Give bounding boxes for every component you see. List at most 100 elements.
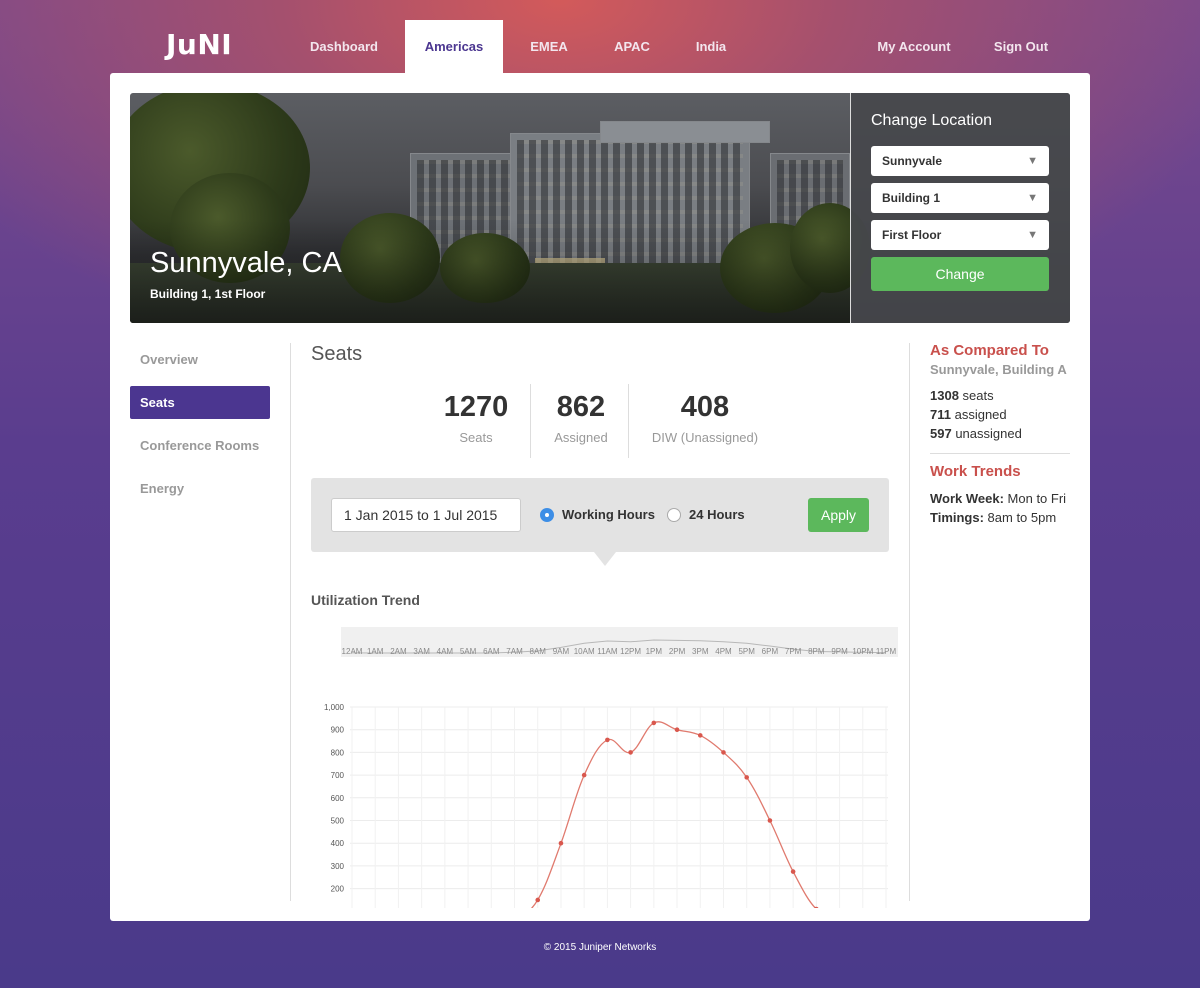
chart-y-tick-label: 200 [331,885,345,894]
divider [530,384,531,458]
chart-navigator-label: 6PM [762,647,779,656]
chart-data-point [581,772,587,778]
chart-data-point [674,727,680,732]
chart-data-point [744,775,749,780]
chart-navigator-label: 11AM [597,647,618,656]
chart-navigator-label: 1PM [646,647,663,656]
chart-navigator-label: 8AM [530,647,547,656]
stat-assigned: 862 Assigned [536,391,626,445]
caret-down-icon: ▼ [1027,155,1038,167]
chart-navigator-label: 11PM [876,647,897,656]
stat-label: Seats [459,430,493,445]
work-week: Work Week: Mon to Fri [930,491,1067,506]
comparison-unassigned: 597 unassigned [930,426,1022,441]
chart-navigator-label: 1AM [367,647,384,656]
chart-navigator-label: 12PM [620,647,641,656]
nav-apac[interactable]: APAC [597,20,667,73]
location-title: Sunnyvale, CA [150,247,342,279]
nav-sign-out[interactable]: Sign Out [980,20,1062,73]
chart-series-line [530,721,817,908]
sidebar-item-conference-rooms[interactable]: Conference Rooms [130,429,270,462]
chart-y-tick-label: 100 [331,907,345,908]
chart-navigator-label: 4PM [715,647,732,656]
city-select[interactable]: Sunnyvale ▼ [871,146,1049,176]
filter-pointer [594,552,616,566]
nav-emea[interactable]: EMEA [514,20,584,73]
date-range-input[interactable]: 1 Jan 2015 to 1 Jul 2015 [331,498,521,532]
comparison-assigned: 711 assigned [930,407,1007,422]
nav-americas[interactable]: Americas [405,20,503,73]
divider [290,343,291,901]
chart-navigator-label: 7AM [506,647,523,656]
work-trends-title: Work Trends [930,463,1021,480]
stat-value: 1270 [443,391,509,423]
chart-data-point [628,750,633,755]
nav-my-account[interactable]: My Account [862,20,966,73]
chart-navigator-label: 3PM [692,647,709,656]
change-location-panel: Change Location Sunnyvale ▼ Building 1 ▼… [850,93,1070,323]
chart-y-tick-label: 900 [331,726,345,735]
caret-down-icon: ▼ [1027,229,1038,241]
stat-label: DIW (Unassigned) [651,430,759,445]
divider [628,384,629,458]
stat-label: Assigned [554,430,608,445]
footer-copyright: © 2015 Juniper Networks [543,942,657,953]
change-location-button[interactable]: Change [871,257,1049,291]
sidebar-item-energy[interactable]: Energy [130,472,270,505]
juni-logo[interactable]: JuNI [166,28,232,61]
chart-data-point [767,818,773,823]
chart-data-point [558,840,564,846]
divider [930,453,1070,454]
caret-down-icon: ▼ [1027,192,1038,204]
divider [909,343,910,901]
sidebar-item-overview[interactable]: Overview [130,343,270,376]
change-location-title: Change Location [871,112,992,129]
chart-navigator-label: 9AM [553,647,570,656]
chart-navigator-label: 8PM [808,647,825,656]
stat-seats: 1270 Seats [431,391,521,445]
chart-navigator-label: 12AM [342,647,363,656]
nav-india[interactable]: India [680,20,742,73]
chart-y-tick-label: 300 [331,862,345,871]
chart-y-tick-label: 1,000 [324,703,345,712]
floor-select[interactable]: First Floor ▼ [871,220,1049,250]
chart-y-tick-label: 400 [331,839,345,848]
24-hours-radio[interactable] [667,508,681,522]
comparison-target: Sunnyvale, Building A [930,362,1067,377]
chart-navigator-label: 2PM [669,647,686,656]
city-select-value: Sunnyvale [882,154,943,168]
chart-navigator-label: 5AM [460,647,477,656]
chart-navigator-label: 3AM [413,647,430,656]
building-select[interactable]: Building 1 ▼ [871,183,1049,213]
location-hero: Sunnyvale, CA Building 1, 1st Floor Chan… [130,93,1070,323]
chart-y-tick-label: 500 [331,817,345,826]
nav-dashboard[interactable]: Dashboard [294,20,394,73]
chart-data-point [651,720,657,726]
stat-unassigned: 408 DIW (Unassigned) [638,391,772,445]
chart-navigator-label: 2AM [390,647,407,656]
24-hours-label[interactable]: 24 Hours [689,507,745,522]
stat-value: 862 [556,391,606,423]
top-nav: JuNI Dashboard Americas EMEA APAC India … [0,0,1200,73]
apply-button[interactable]: Apply [808,498,869,532]
sidebar-item-seats[interactable]: Seats [130,386,270,419]
chart-navigator-label: 5PM [738,647,755,656]
chart-navigator-label: 9PM [831,647,848,656]
floor-select-value: First Floor [882,228,942,242]
utilization-chart: 12AM 1AM 2AM 3AM 4AM 5AM 6AM 7AM 8AM 9AM 10AM 11AM 1… [324,627,898,908]
location-subtitle: Building 1, 1st Floor [150,287,266,301]
chart-data-point [535,897,541,903]
working-hours-radio[interactable] [540,508,554,522]
chart-y-tick-label: 800 [331,748,345,757]
chart-data-point [605,737,610,743]
chart-navigator-label: 4AM [437,647,454,656]
building-select-value: Building 1 [882,191,940,205]
working-hours-label[interactable]: Working Hours [562,507,655,522]
chart-data-point [697,733,703,738]
stat-value: 408 [680,391,730,423]
chart-data-point [721,750,726,755]
comparison-title: As Compared To [930,342,1049,359]
chart-y-tick-label: 700 [331,771,345,780]
filter-bar: 1 Jan 2015 to 1 Jul 2015 Working Hours 2… [311,478,889,552]
chart-navigator-label: 10PM [852,647,873,656]
